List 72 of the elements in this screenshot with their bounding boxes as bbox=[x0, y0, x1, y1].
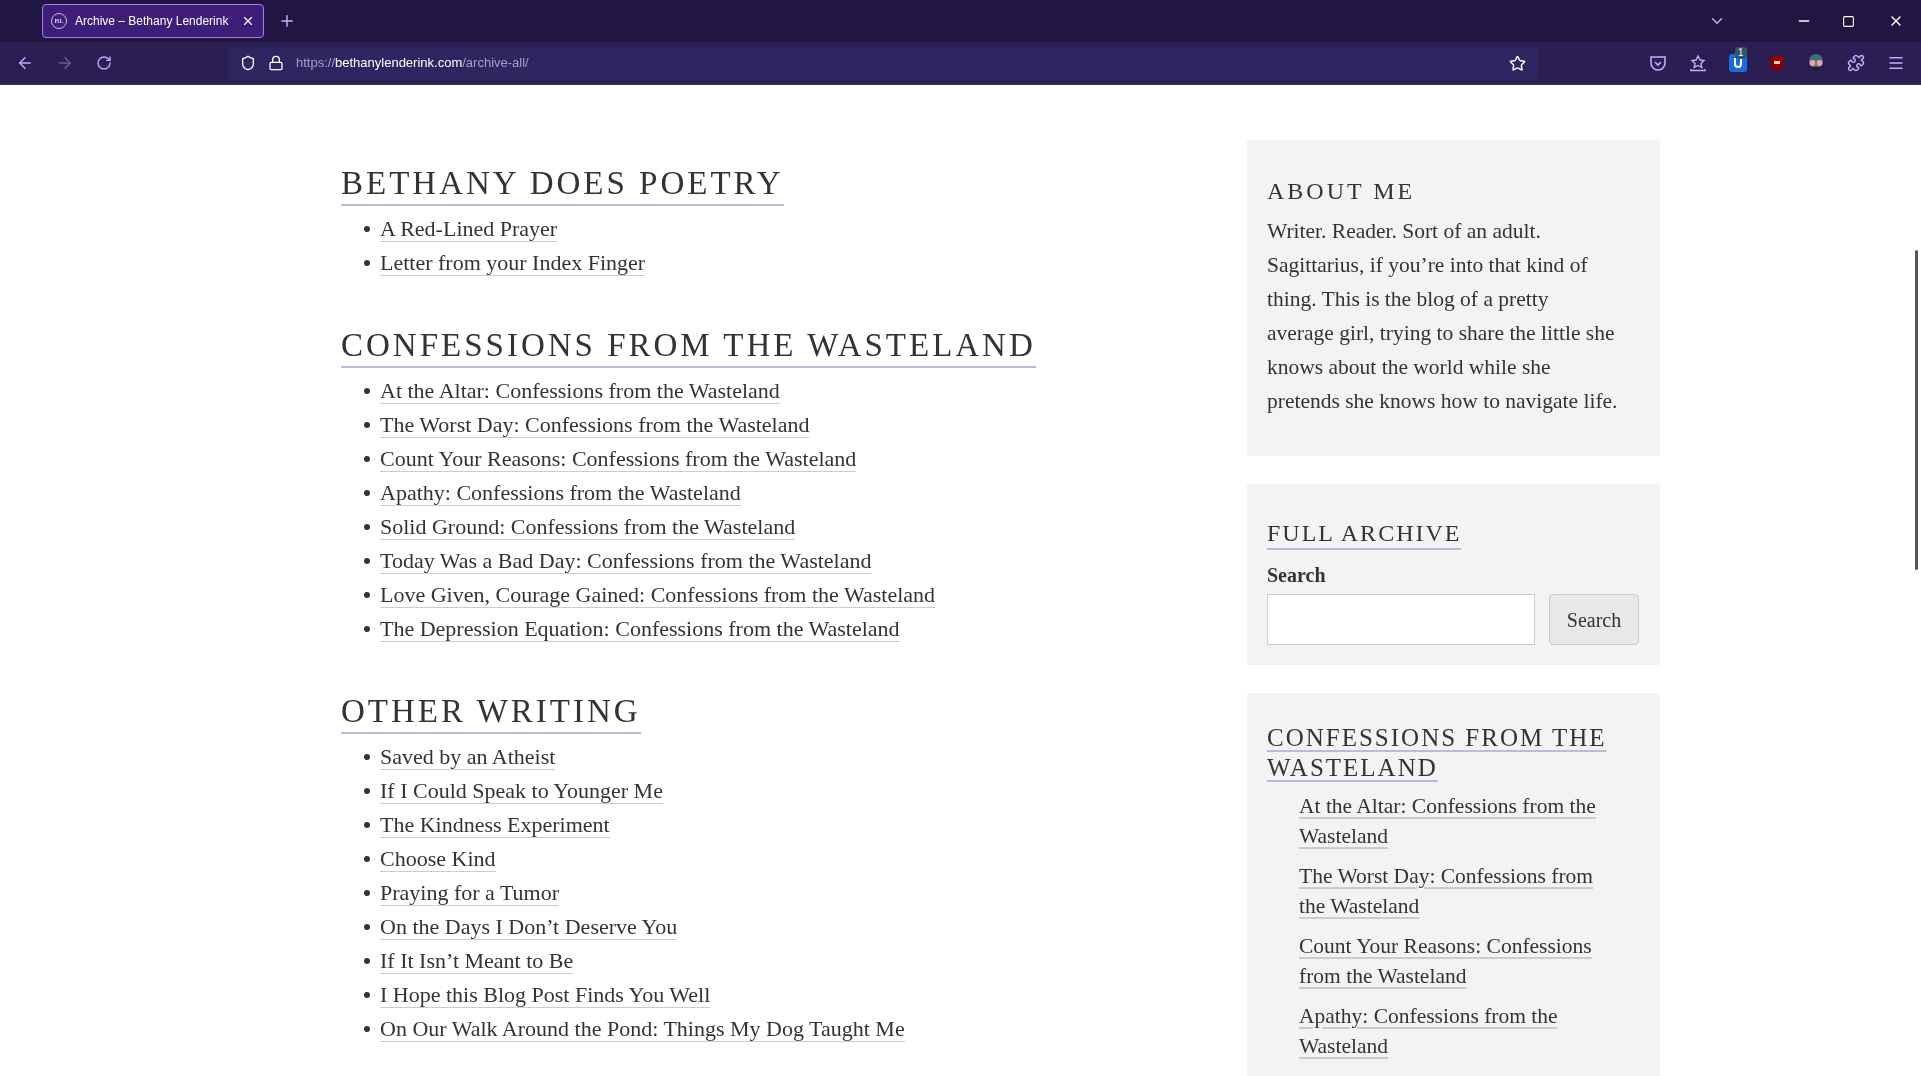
section-heading[interactable]: CONFESSIONS FROM THE WASTELAND bbox=[341, 324, 1036, 368]
post-link[interactable]: On Our Walk Around the Pond: Things My Dog Taught Me bbox=[380, 1016, 905, 1042]
post-link[interactable]: At the Altar: Confessions from the Wasteland bbox=[380, 378, 780, 404]
bullet-icon bbox=[364, 924, 370, 930]
bullet-icon bbox=[364, 992, 370, 998]
post-link[interactable]: The Worst Day: Confessions from the Wasteland bbox=[380, 412, 810, 438]
url-text: https://bethanylenderink.com/archive-all/ bbox=[296, 54, 530, 73]
menu-icon[interactable] bbox=[1887, 54, 1905, 72]
close-icon[interactable] bbox=[241, 14, 255, 28]
reload-icon[interactable] bbox=[96, 55, 112, 71]
post-link[interactable]: The Worst Day: Confessions from the Wasteland bbox=[1299, 861, 1617, 921]
section-heading[interactable]: OTHER WRITING bbox=[341, 690, 641, 734]
bullet-icon bbox=[364, 524, 370, 530]
bullet-icon bbox=[364, 890, 370, 896]
post-link[interactable]: If It Isn’t Meant to Be bbox=[380, 948, 574, 974]
bullet-icon bbox=[364, 822, 370, 828]
notification-badge: 1 bbox=[1735, 47, 1747, 59]
star-tray-icon[interactable] bbox=[1689, 54, 1707, 72]
address-bar[interactable]: https://bethanylenderink.com/archive-all/ bbox=[228, 46, 1538, 80]
post-link[interactable]: Today Was a Bad Day: Confessions from the Wasteland bbox=[380, 548, 872, 574]
post-link[interactable]: Choose Kind bbox=[380, 846, 496, 872]
bullet-icon bbox=[364, 856, 370, 862]
bullet-icon bbox=[364, 226, 370, 232]
post-link[interactable]: Love Given, Courage Gained: Confessions from the Wasteland bbox=[380, 582, 936, 608]
bullet-icon bbox=[364, 388, 370, 394]
widget-title: ABOUT ME bbox=[1267, 177, 1417, 206]
post-link[interactable]: A Red-Lined Prayer bbox=[380, 216, 558, 242]
maximize-icon[interactable] bbox=[1842, 14, 1855, 28]
post-link[interactable]: Saved by an Atheist bbox=[380, 744, 556, 770]
search-field[interactable] bbox=[1267, 594, 1535, 645]
bullet-icon bbox=[364, 1026, 370, 1032]
extensions-icon[interactable] bbox=[1847, 54, 1865, 72]
post-link[interactable]: The Kindness Experiment bbox=[380, 812, 610, 838]
search-button[interactable]: Search bbox=[1549, 594, 1639, 645]
shield-block-icon[interactable] bbox=[1769, 54, 1785, 72]
lock-icon[interactable] bbox=[268, 55, 284, 71]
forward-icon[interactable] bbox=[56, 54, 74, 72]
widget-title[interactable]: FULL ARCHIVE bbox=[1267, 518, 1462, 550]
section-heading[interactable]: BETHANY DOES POETRY bbox=[341, 162, 784, 206]
post-link[interactable]: I Hope this Blog Post Finds You Well bbox=[380, 982, 711, 1008]
post-link[interactable]: Solid Ground: Confessions from the Wasteland bbox=[380, 514, 796, 540]
post-link[interactable]: Count Your Reasons: Confessions from the Wasteland bbox=[1299, 931, 1617, 991]
bullet-icon bbox=[364, 788, 370, 794]
bullet-icon bbox=[364, 422, 370, 428]
bullet-icon bbox=[364, 958, 370, 964]
bullet-icon bbox=[364, 456, 370, 462]
pocket-icon[interactable] bbox=[1649, 54, 1667, 72]
bullet-icon bbox=[364, 260, 370, 266]
about-text: Writer. Reader. Sort of an adult. Sagittarius, if you’re into that kind of thing. This is the blog of a pretty average girl, trying to share the little she knows about the world while she pretends she knows how to navigate life. bbox=[1267, 218, 1619, 415]
bullet-icon bbox=[364, 592, 370, 598]
post-link[interactable]: At the Altar: Confessions from the Wasteland bbox=[1299, 791, 1617, 851]
post-link[interactable]: Apathy: Confessions from the Wasteland bbox=[380, 480, 741, 506]
post-link[interactable]: Count Your Reasons: Confessions from the Wasteland bbox=[380, 446, 857, 472]
shield-icon[interactable] bbox=[240, 55, 256, 71]
back-icon[interactable] bbox=[16, 54, 34, 72]
post-link[interactable]: On the Days I Don’t Deserve You bbox=[380, 914, 678, 940]
bullet-icon bbox=[364, 490, 370, 496]
bookmark-star-icon[interactable] bbox=[1509, 54, 1526, 72]
post-link[interactable]: The Depression Equation: Confessions from the Wasteland bbox=[380, 616, 900, 642]
search-label: Search bbox=[1267, 563, 1327, 588]
bullet-icon bbox=[364, 558, 370, 564]
bullet-icon bbox=[364, 754, 370, 760]
post-link[interactable]: Apathy: Confessions from the Wasteland bbox=[1299, 1001, 1617, 1061]
goggles-icon[interactable] bbox=[1807, 54, 1825, 72]
widget-title[interactable]: CONFESSIONS FROM THE WASTELAND bbox=[1267, 723, 1640, 783]
tab-title: Archive – Bethany Lenderink bbox=[75, 13, 230, 30]
new-tab-icon[interactable] bbox=[278, 12, 296, 30]
post-link[interactable]: Praying for a Tumor bbox=[380, 880, 560, 906]
scrollbar[interactable] bbox=[1915, 250, 1918, 570]
bullet-icon bbox=[364, 626, 370, 632]
post-link[interactable]: Letter from your Index Finger bbox=[380, 250, 646, 276]
post-link[interactable]: If I Could Speak to Younger Me bbox=[380, 778, 663, 804]
